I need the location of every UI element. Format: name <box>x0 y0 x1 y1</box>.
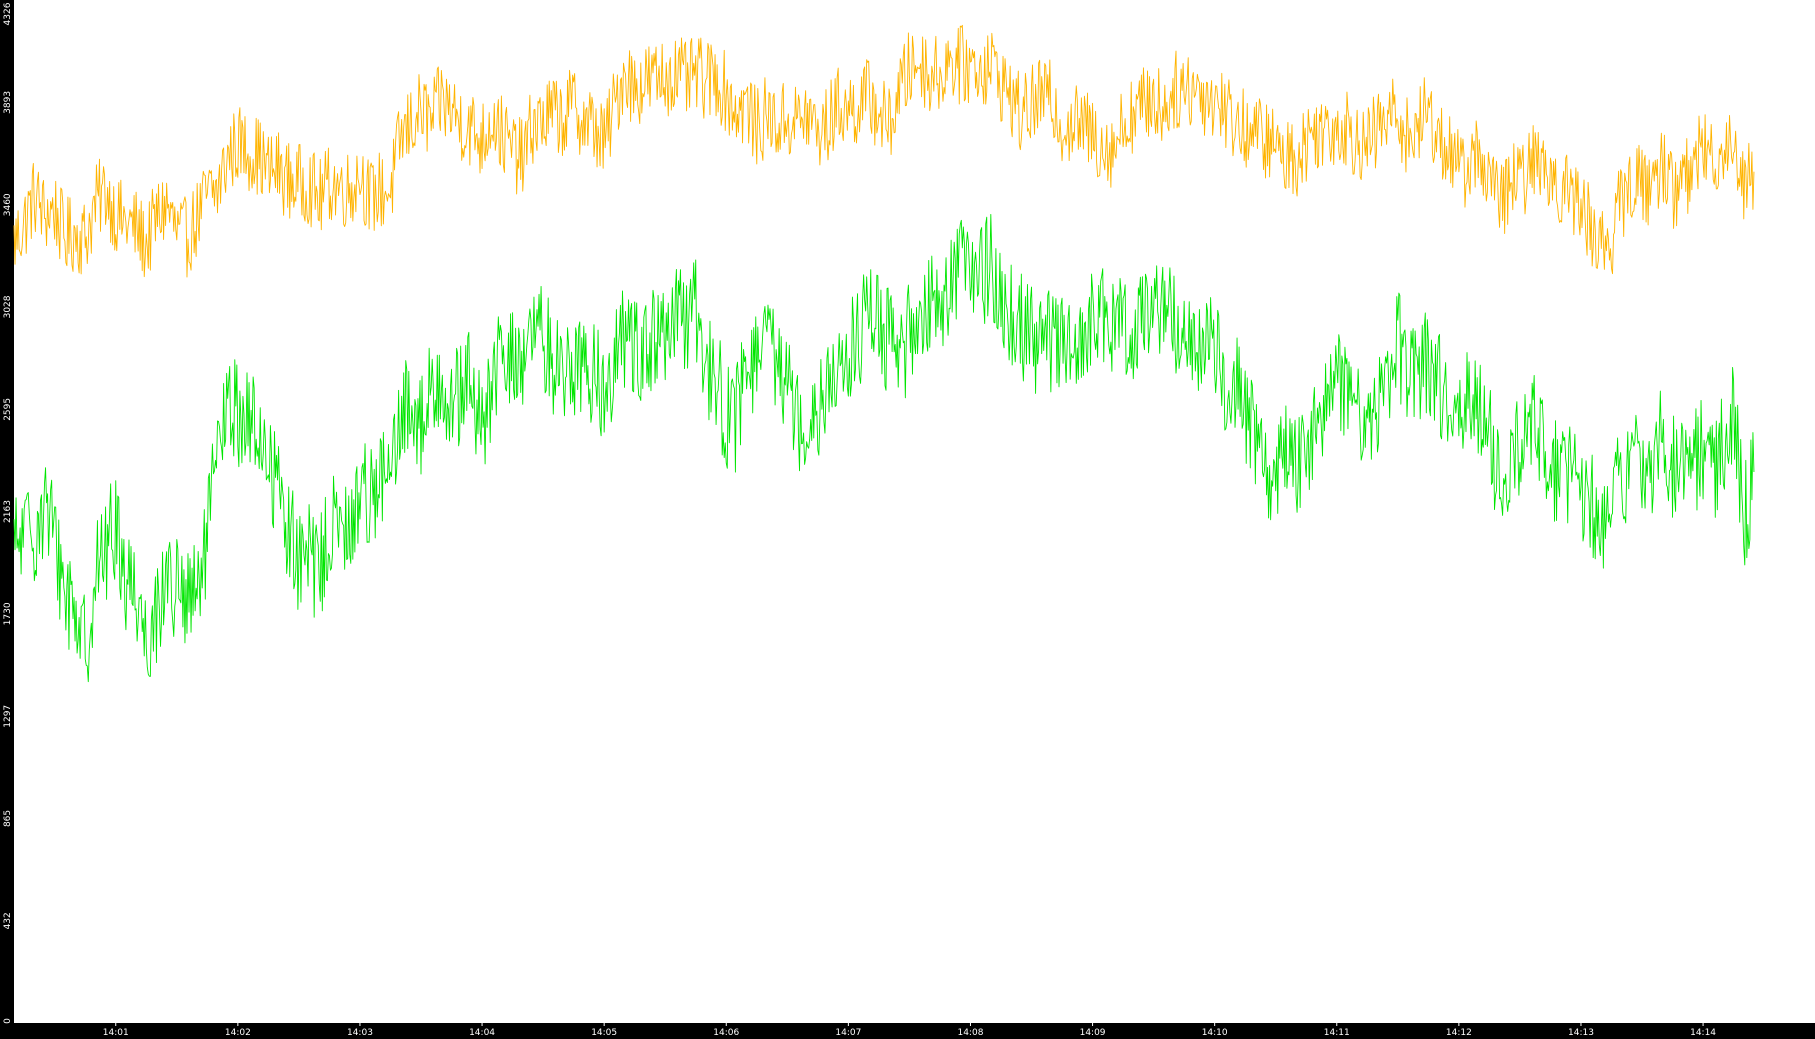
y-tick-label: 865 <box>3 810 13 827</box>
y-tick-label: 3893 <box>3 91 13 114</box>
x-tick-label: 14:11 <box>1324 1028 1350 1038</box>
x-tick-label: 14:13 <box>1568 1028 1594 1038</box>
x-tick-label: 14:14 <box>1690 1028 1716 1038</box>
x-tick-label: 14:03 <box>347 1028 373 1038</box>
x-tick-label: 14:08 <box>957 1028 983 1038</box>
y-tick-label: 1297 <box>3 705 13 728</box>
y-tick-label: 1730 <box>3 602 13 625</box>
x-tick-label: 14:12 <box>1446 1028 1472 1038</box>
x-tick-label: 14:07 <box>835 1028 861 1038</box>
y-tick-label: 432 <box>3 912 13 929</box>
x-axis: 14:01 14:02 14:03 14:04 14:05 14:06 14:07 14:08… <box>103 1023 1716 1038</box>
y-tick-label: 3028 <box>3 295 13 318</box>
y-axis: 0 432 865 1297 1730 2163 2595 3028 3460 3893 4326 <box>3 2 13 1024</box>
x-tick-label: 14:09 <box>1080 1028 1106 1038</box>
chart-root: 0 432 865 1297 1730 2163 2595 3028 3460 3893 4326 … <box>0 0 1815 1039</box>
y-tick-label: 2595 <box>3 398 13 421</box>
x-tick-label: 14:06 <box>713 1028 739 1038</box>
y-tick-label: 4326 <box>3 2 13 25</box>
y-tick-label: 3460 <box>3 193 13 216</box>
x-tick-label: 14:02 <box>225 1028 251 1038</box>
x-tick-label: 14:04 <box>469 1028 495 1038</box>
y-tick-label: 2163 <box>3 500 13 523</box>
y-tick-label: 0 <box>3 1018 13 1024</box>
x-tick-label: 14:01 <box>103 1028 129 1038</box>
line-chart: 043286512971730216325953028346038934326 … <box>3 0 1815 1038</box>
x-tick-label: 14:05 <box>591 1028 617 1038</box>
x-tick-label: 14:10 <box>1202 1028 1228 1038</box>
